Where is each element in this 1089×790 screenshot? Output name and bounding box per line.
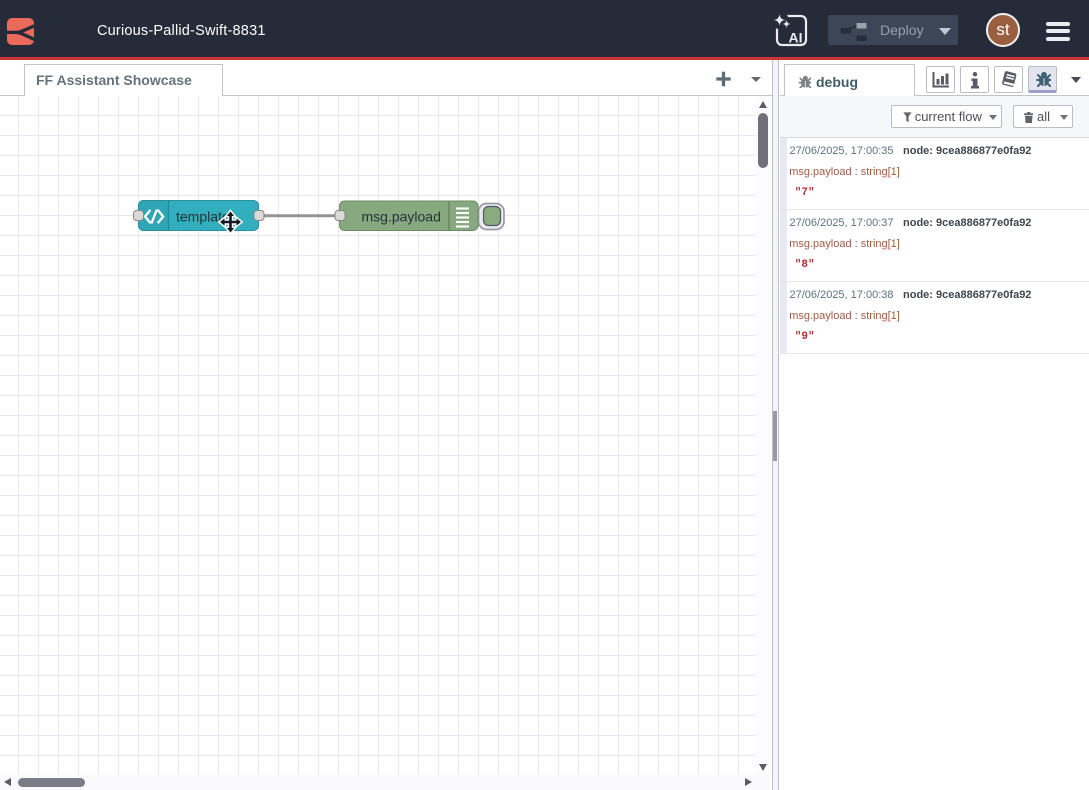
svg-text:AI: AI <box>789 30 803 46</box>
svg-text:msg.payload: msg.payload <box>362 209 441 225</box>
